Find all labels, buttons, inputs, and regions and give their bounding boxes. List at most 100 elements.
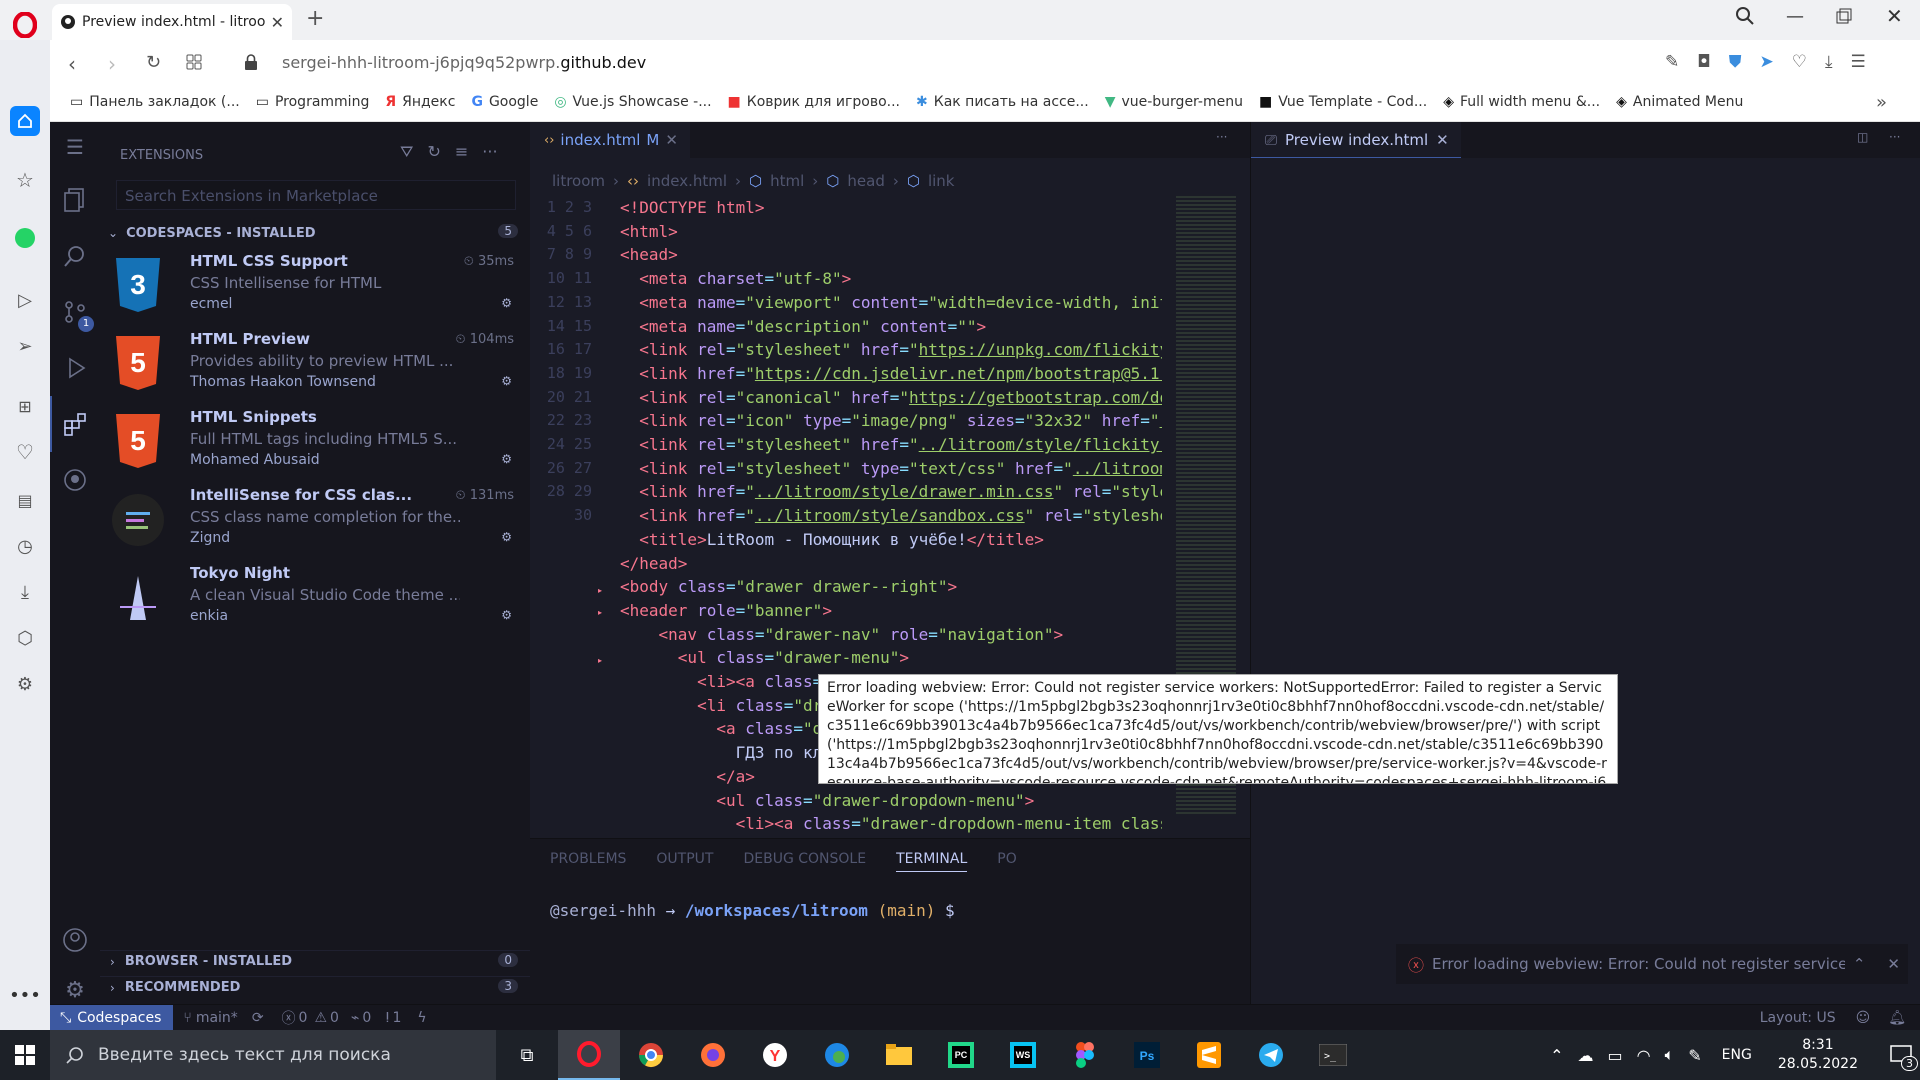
section-recommended-header[interactable]: › RECOMMENDED 3 bbox=[100, 976, 530, 998]
bookmark-item[interactable]: ◈ Animated Menu bbox=[1616, 94, 1743, 110]
chrome-taskbar-icon[interactable] bbox=[620, 1030, 682, 1080]
bookmark-item[interactable]: ■ Vue Template - Cod... bbox=[1259, 94, 1427, 110]
home-icon[interactable] bbox=[10, 106, 40, 136]
gear-icon[interactable]: ⚙ bbox=[501, 608, 512, 622]
explorer-icon[interactable] bbox=[50, 172, 100, 228]
terminal-prompt[interactable]: @sergei-hhh → /workspaces/litroom (main)… bbox=[550, 901, 955, 920]
action-center-icon[interactable]: 3 bbox=[1890, 1045, 1918, 1071]
player-icon[interactable]: ▷ bbox=[0, 280, 50, 320]
breadcrumb-item[interactable]: litroom bbox=[552, 172, 605, 190]
star-icon[interactable]: ☆ bbox=[0, 160, 50, 200]
more-actions-icon[interactable]: ··· bbox=[1216, 130, 1227, 144]
more-actions-icon[interactable]: ··· bbox=[1889, 130, 1900, 144]
settings-icon[interactable]: ⚙ bbox=[0, 664, 50, 704]
reload-button[interactable]: ↻ bbox=[146, 52, 161, 73]
extensions-cube-icon[interactable]: ⬡ bbox=[0, 618, 50, 658]
pen-icon[interactable]: ✎ bbox=[1688, 1046, 1701, 1065]
menu-icon[interactable]: ☰ bbox=[50, 122, 100, 172]
send-icon[interactable]: ➢ bbox=[0, 326, 50, 366]
run-debug-icon[interactable] bbox=[50, 340, 100, 396]
fold-marker-icon[interactable]: ▸ bbox=[598, 608, 602, 617]
bookmark-item[interactable]: ▭ Programming bbox=[256, 94, 370, 110]
close-window-button[interactable]: ✕ bbox=[1886, 4, 1903, 28]
breadcrumb-item[interactable]: link bbox=[928, 172, 955, 190]
close-icon[interactable]: ✕ bbox=[1436, 131, 1449, 149]
github-icon[interactable] bbox=[50, 452, 100, 508]
bookmark-item[interactable]: ▭ Панель закладок (... bbox=[70, 94, 240, 110]
tab-debug-console[interactable]: DEBUG CONSOLE bbox=[743, 851, 866, 872]
breadcrumb-item[interactable]: head bbox=[847, 172, 884, 190]
download-icon[interactable]: ⤓ bbox=[0, 572, 50, 612]
problems-indicator[interactable]: ⓧ 0 ⚠ 0 bbox=[282, 1008, 339, 1028]
search-icon[interactable] bbox=[50, 228, 100, 284]
breadcrumb-item[interactable]: index.html bbox=[647, 172, 727, 190]
bookmark-item[interactable]: ◈ Full width menu &... bbox=[1443, 94, 1600, 110]
sublime-taskbar-icon[interactable] bbox=[1178, 1030, 1240, 1080]
wifi-icon[interactable]: ◠ bbox=[1637, 1046, 1651, 1065]
error-notification[interactable]: ⓧ Error loading webview: Error: Could no… bbox=[1396, 944, 1908, 984]
source-control-icon[interactable]: 1 bbox=[50, 284, 100, 340]
bookmark-item[interactable]: Я Яндекс bbox=[385, 94, 455, 110]
remote-indicator[interactable]: ⤡ Codespaces bbox=[50, 1004, 174, 1031]
webstorm-taskbar-icon[interactable]: WS bbox=[992, 1030, 1054, 1080]
section-installed-header[interactable]: ⌄ CODESPACES - INSTALLED 5 bbox=[100, 222, 530, 244]
tab-index-html[interactable]: ‹› index.html M ✕ bbox=[530, 122, 690, 158]
opera-menu-button[interactable] bbox=[8, 8, 42, 42]
edge-taskbar-icon[interactable] bbox=[806, 1030, 868, 1080]
minimize-window-button[interactable]: — bbox=[1786, 6, 1804, 27]
close-icon[interactable]: ✕ bbox=[665, 131, 678, 149]
chevron-up-icon[interactable]: ⌃ bbox=[1550, 1046, 1563, 1065]
pycharm-taskbar-icon[interactable]: PC bbox=[930, 1030, 992, 1080]
extension-item[interactable]: IntelliSense for CSS clas... ⏲ 131ms CSS… bbox=[110, 484, 520, 562]
more-actions-icon[interactable]: ··· bbox=[482, 142, 497, 162]
vpn-shield-icon[interactable]: ⛊ bbox=[1729, 52, 1742, 72]
more-bookmarks-button[interactable]: » bbox=[1876, 92, 1887, 113]
browser-tab-active[interactable]: Preview index.html - litroo ✕ bbox=[52, 4, 292, 40]
figma-taskbar-icon[interactable] bbox=[1054, 1030, 1116, 1080]
yandex-taskbar-icon[interactable]: Y bbox=[744, 1030, 806, 1080]
section-browser-header[interactable]: › BROWSER - INSTALLED 0 bbox=[100, 950, 530, 972]
battery-icon[interactable]: ▭ bbox=[1608, 1046, 1623, 1065]
forward-button[interactable]: › bbox=[108, 52, 116, 76]
restore-window-button[interactable] bbox=[1836, 8, 1852, 24]
fold-marker-icon[interactable]: ▸ bbox=[598, 656, 602, 665]
whatsapp-icon[interactable] bbox=[0, 218, 50, 258]
download-icon[interactable]: ⤓ bbox=[1825, 52, 1833, 72]
bookmark-item[interactable]: G Google bbox=[471, 94, 538, 110]
terminal-taskbar-icon[interactable]: >_ bbox=[1302, 1030, 1364, 1080]
tab-preview-index-html[interactable]: ⎚ Preview index.html ✕ bbox=[1251, 122, 1461, 158]
sync-icon[interactable]: ⟳ bbox=[252, 1010, 264, 1026]
extension-item[interactable]: 5 HTML Snippets Full HTML tags including… bbox=[110, 406, 520, 484]
ports-indicator[interactable]: ⌁ 0 bbox=[351, 1010, 371, 1026]
cloud-icon[interactable]: ☁ bbox=[1578, 1046, 1594, 1065]
notifications-bell-icon[interactable]: 🔔︎ bbox=[1888, 1010, 1906, 1026]
tab-problems[interactable]: PROBLEMS bbox=[550, 851, 626, 872]
bookmark-item[interactable]: ▼ vue-burger-menu bbox=[1105, 94, 1243, 110]
speed-dial-icon[interactable] bbox=[186, 54, 202, 70]
new-tab-button[interactable]: + bbox=[306, 6, 324, 31]
firefox-taskbar-icon[interactable] bbox=[682, 1030, 744, 1080]
volume-icon[interactable]: 🔈︎ bbox=[1665, 1045, 1675, 1065]
clock[interactable]: 8:31 28.05.2022 bbox=[1778, 1036, 1858, 1074]
bookmark-item[interactable]: ✱ Как писать на ассе... bbox=[916, 94, 1089, 110]
accounts-icon[interactable] bbox=[50, 912, 100, 968]
gear-icon[interactable]: ⚙ bbox=[501, 530, 512, 544]
lock-icon[interactable] bbox=[244, 54, 258, 70]
taskbar-search-box[interactable]: Введите здесь текст для поиска bbox=[50, 1030, 496, 1080]
send-icon[interactable]: ➤ bbox=[1759, 52, 1773, 72]
photoshop-taskbar-icon[interactable]: Ps bbox=[1116, 1030, 1178, 1080]
opera-taskbar-icon[interactable] bbox=[558, 1030, 620, 1080]
more-icon[interactable]: ••• bbox=[0, 975, 50, 1015]
keyboard-layout[interactable]: Layout: US bbox=[1760, 1010, 1836, 1026]
tab-output[interactable]: OUTPUT bbox=[656, 851, 713, 872]
edit-icon[interactable]: ✎ bbox=[1665, 52, 1679, 72]
gear-icon[interactable]: ⚙ bbox=[501, 374, 512, 388]
live-indicator[interactable]: ⵑ1 bbox=[385, 1010, 401, 1026]
heart-icon[interactable]: ♡ bbox=[0, 432, 50, 472]
chevron-up-icon[interactable]: ⌃ bbox=[1853, 955, 1866, 973]
tab-terminal[interactable]: TERMINAL bbox=[896, 851, 968, 872]
split-editor-icon[interactable]: ◫ bbox=[1857, 130, 1868, 144]
breadcrumb-item[interactable]: html bbox=[770, 172, 804, 190]
history-icon[interactable]: ◷ bbox=[0, 526, 50, 566]
language-indicator[interactable]: ENG bbox=[1722, 1047, 1752, 1063]
